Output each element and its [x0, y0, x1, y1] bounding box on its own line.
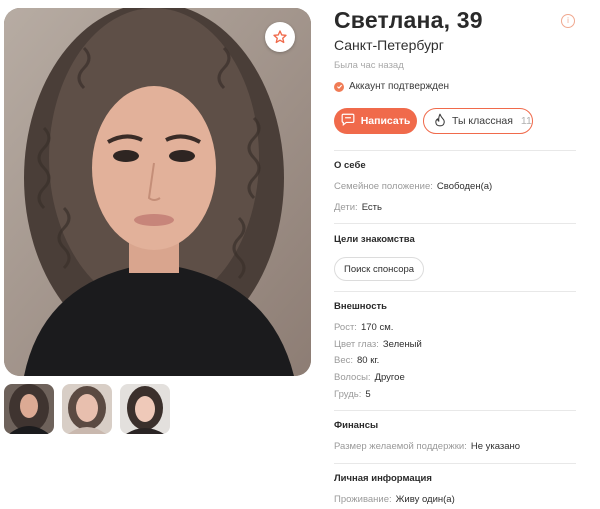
- compliment-label: Ты классная: [452, 115, 513, 127]
- divider: [334, 463, 576, 464]
- portrait-image: [4, 8, 311, 376]
- section-title-personal: Личная информация: [334, 473, 432, 484]
- verified-label: Аккаунт подтвержден: [349, 81, 450, 92]
- row-label: Дети:: [334, 202, 358, 213]
- appearance-row-chest: Грудь: 5: [334, 389, 371, 400]
- row-value: Другое: [374, 372, 405, 383]
- profile-page: Светлана, 39 i Санкт-Петербург Была час …: [0, 0, 600, 509]
- appearance-row-height: Рост: 170 см.: [334, 322, 393, 333]
- main-photo[interactable]: [4, 8, 311, 376]
- row-label: Проживание:: [334, 494, 392, 505]
- appearance-row-weight: Вес: 80 кг.: [334, 355, 379, 366]
- photo-thumbnail-2[interactable]: [62, 384, 112, 434]
- photo-thumbnail-3[interactable]: [120, 384, 170, 434]
- compliment-count: 11: [520, 115, 532, 127]
- section-title-finance: Финансы: [334, 420, 379, 431]
- finance-row-support: Размер желаемой поддержки: Не указано: [334, 441, 520, 452]
- row-label: Семейное положение:: [334, 181, 433, 192]
- write-message-button[interactable]: Написать: [334, 108, 417, 134]
- row-value: 5: [365, 389, 371, 400]
- row-value: Не указано: [470, 441, 521, 452]
- appearance-row-hair: Волосы: Другое: [334, 372, 405, 383]
- check-icon: [334, 81, 344, 92]
- personal-row-living: Проживание: Живу один(а): [334, 494, 455, 505]
- row-value: Живу один(а): [395, 494, 455, 505]
- row-value: Есть: [361, 202, 382, 213]
- row-value: Зеленый: [382, 339, 422, 350]
- row-value: 170 см.: [360, 322, 394, 333]
- about-row-children: Дети: Есть: [334, 202, 382, 213]
- row-label: Грудь:: [334, 389, 362, 400]
- row-label: Размер желаемой поддержки:: [334, 441, 467, 452]
- flame-icon: [434, 113, 446, 130]
- divider: [334, 410, 576, 411]
- row-value: Свободен(а): [436, 181, 493, 192]
- profile-name: Светлана, 39: [334, 7, 483, 33]
- appearance-row-eyes: Цвет глаз: Зеленый: [334, 339, 422, 350]
- star-icon: [272, 29, 288, 45]
- chat-bubble-icon: [341, 113, 355, 129]
- row-label: Рост:: [334, 322, 357, 333]
- photo-thumbnail-1[interactable]: [4, 384, 54, 434]
- verified-badge: Аккаунт подтвержден: [334, 81, 449, 92]
- profile-city: Санкт-Петербург: [334, 37, 444, 53]
- goal-chip: Поиск спонсора: [334, 257, 425, 281]
- compliment-button[interactable]: Ты классная 11: [423, 108, 533, 134]
- section-title-goals: Цели знакомства: [334, 234, 415, 245]
- row-label: Вес:: [334, 355, 354, 366]
- row-value: 80 кг.: [357, 355, 380, 366]
- divider: [334, 291, 576, 292]
- write-message-label: Написать: [360, 115, 411, 127]
- divider: [334, 150, 576, 151]
- section-title-about: О себе: [334, 160, 366, 171]
- section-title-appearance: Внешность: [334, 301, 387, 312]
- photo-thumbnails: [4, 384, 170, 434]
- row-label: Цвет глаз:: [334, 339, 379, 350]
- info-icon[interactable]: i: [561, 14, 575, 28]
- favorite-button[interactable]: [265, 22, 295, 52]
- about-row-marital: Семейное положение: Свободен(а): [334, 181, 492, 192]
- row-label: Волосы:: [334, 372, 371, 383]
- divider: [334, 223, 576, 224]
- last-seen-status: Была час назад: [334, 60, 404, 71]
